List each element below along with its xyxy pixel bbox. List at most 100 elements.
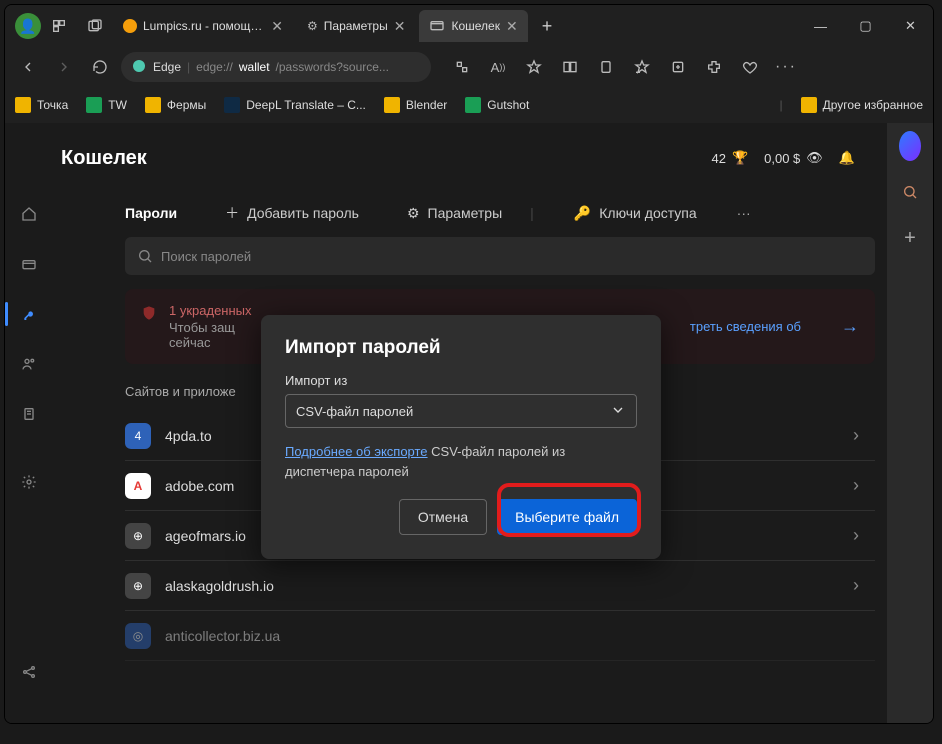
nav-home-icon[interactable] [18,203,40,225]
new-tab-button[interactable]: + [532,16,563,37]
extensions-icon[interactable] [697,52,731,82]
nav-orders-icon[interactable] [18,403,40,425]
forward-button[interactable] [49,52,79,82]
site-name: 4pda.to [165,428,212,444]
tab-wallet[interactable]: Кошелек ✕ [419,10,527,42]
back-button[interactable] [13,52,43,82]
bookmark-label: Другое избранное [823,98,923,112]
site-favicon-icon: A [125,473,151,499]
access-keys-button[interactable]: 🔑 Ключи доступа [574,205,697,222]
bell-icon: 🔔 [839,150,855,166]
app-switch-icon[interactable] [445,52,479,82]
bookmark-item[interactable]: Blender [384,97,447,113]
rewards-stat[interactable]: 42 🏆 [711,150,748,166]
site-favicon-icon: 4 [125,423,151,449]
nav-people-icon[interactable] [18,353,40,375]
url-path: /passwords?source... [276,60,389,74]
site-name: adobe.com [165,478,234,494]
site-favicon-icon: ◎ [125,623,151,649]
edge-icon [131,58,147,77]
collections-icon[interactable] [661,52,695,82]
cancel-button[interactable]: Отмена [399,499,487,535]
nav-settings-icon[interactable] [18,471,40,493]
dialog-help-text: Подробнее об экспорте CSV-файл паролей и… [285,442,637,481]
health-icon[interactable] [733,52,767,82]
browser-window: 👤 Lumpics.ru - помощь с... ✕ ⚙ Параметры… [4,4,934,724]
rail-search-button[interactable] [899,181,921,203]
tab-lumpics[interactable]: Lumpics.ru - помощь с... ✕ [113,10,293,42]
bookmark-label: Gutshot [487,98,529,112]
close-window-button[interactable]: ✕ [888,5,933,47]
plus-icon: ＋ [225,203,239,223]
url-bar[interactable]: Edge | edge://wallet/passwords?source... [121,52,431,82]
favicon-icon [123,19,137,33]
text-size-icon[interactable]: A)) [481,52,515,82]
bookmark-item[interactable]: DeepL Translate – C... [224,97,366,113]
balance-value: 0,00 $ [764,151,800,166]
add-password-button[interactable]: ＋Добавить пароль [225,203,359,223]
tab-actions-icon[interactable] [87,18,103,34]
site-name: anticollector.biz.ua [165,628,280,644]
import-source-select[interactable]: CSV-файл паролей [285,394,637,428]
folder-icon [145,97,161,113]
share-icon[interactable] [589,52,623,82]
close-icon[interactable]: ✕ [271,18,283,35]
key-icon: 🔑 [574,205,591,222]
close-icon[interactable]: ✕ [394,18,406,35]
bookmark-item[interactable]: TW [86,97,127,113]
arrow-right-icon: → [841,316,859,337]
site-favicon-icon: ⊕ [125,573,151,599]
bookmark-item[interactable]: Gutshot [465,97,529,113]
favorites-list-icon[interactable] [625,52,659,82]
more-button[interactable]: ··· [737,205,751,221]
maximize-button[interactable]: ▢ [843,5,888,47]
site-row[interactable]: ⊕alaskagoldrush.io› [125,561,875,611]
sheet-icon [86,97,102,113]
favorite-icon[interactable] [517,52,551,82]
site-row[interactable]: ◎ anticollector.biz.ua [125,611,875,661]
tab-label: Параметры [324,19,388,33]
page-title: Кошелек [61,147,147,170]
url-host: wallet [239,60,270,74]
workspaces-icon[interactable] [51,18,67,34]
url-brand: Edge [153,60,181,74]
eye-icon: 👁 [806,150,823,166]
nav-passwords-icon[interactable] [18,303,40,325]
bookmark-item[interactable]: Фермы [145,97,206,113]
site-name: ageofmars.io [165,528,246,544]
tab-label: Lumpics.ru - помощь с... [143,19,265,33]
other-bookmarks[interactable]: Другое избранное [801,97,923,113]
bookmark-item[interactable]: Точка [15,97,68,113]
params-label: Параметры [428,205,503,221]
alert-title: 1 украденных [169,303,252,318]
choose-file-button[interactable]: Выберите файл [497,499,637,535]
close-icon[interactable]: ✕ [506,18,518,35]
more-icon[interactable]: ··· [769,52,803,82]
select-value: CSV-файл паролей [296,404,413,419]
dialog-buttons: Отмена Выберите файл [285,499,637,535]
copilot-button[interactable] [899,135,921,157]
refresh-button[interactable] [85,52,115,82]
alert-details-link[interactable]: треть сведения об → [690,316,859,337]
balance-stat[interactable]: 0,00 $ 👁 [764,150,823,166]
profile-avatar[interactable]: 👤 [15,13,41,39]
site-favicon-icon: ⊕ [125,523,151,549]
access-keys-label: Ключи доступа [599,205,696,221]
search-input[interactable]: Поиск паролей [125,237,875,275]
gear-icon: ⚙ [407,205,420,222]
bookmark-label: Фермы [167,98,206,112]
bookmark-label: Blender [406,98,447,112]
split-icon[interactable] [553,52,587,82]
site-name: alaskagoldrush.io [165,578,274,594]
rail-add-button[interactable]: + [899,227,921,249]
nav-cards-icon[interactable] [18,253,40,275]
minimize-button[interactable]: ― [798,5,843,47]
right-sidebar: + [887,123,933,723]
tab-settings[interactable]: ⚙ Параметры ✕ [297,10,415,42]
nav-share-icon[interactable] [18,661,40,683]
wallet-icon [429,17,445,36]
alert-text-2: сейчас [169,335,211,350]
params-button[interactable]: ⚙ Параметры [407,205,502,222]
export-help-link[interactable]: Подробнее об экспорте [285,444,428,459]
bell-button[interactable]: 🔔 [839,150,855,166]
